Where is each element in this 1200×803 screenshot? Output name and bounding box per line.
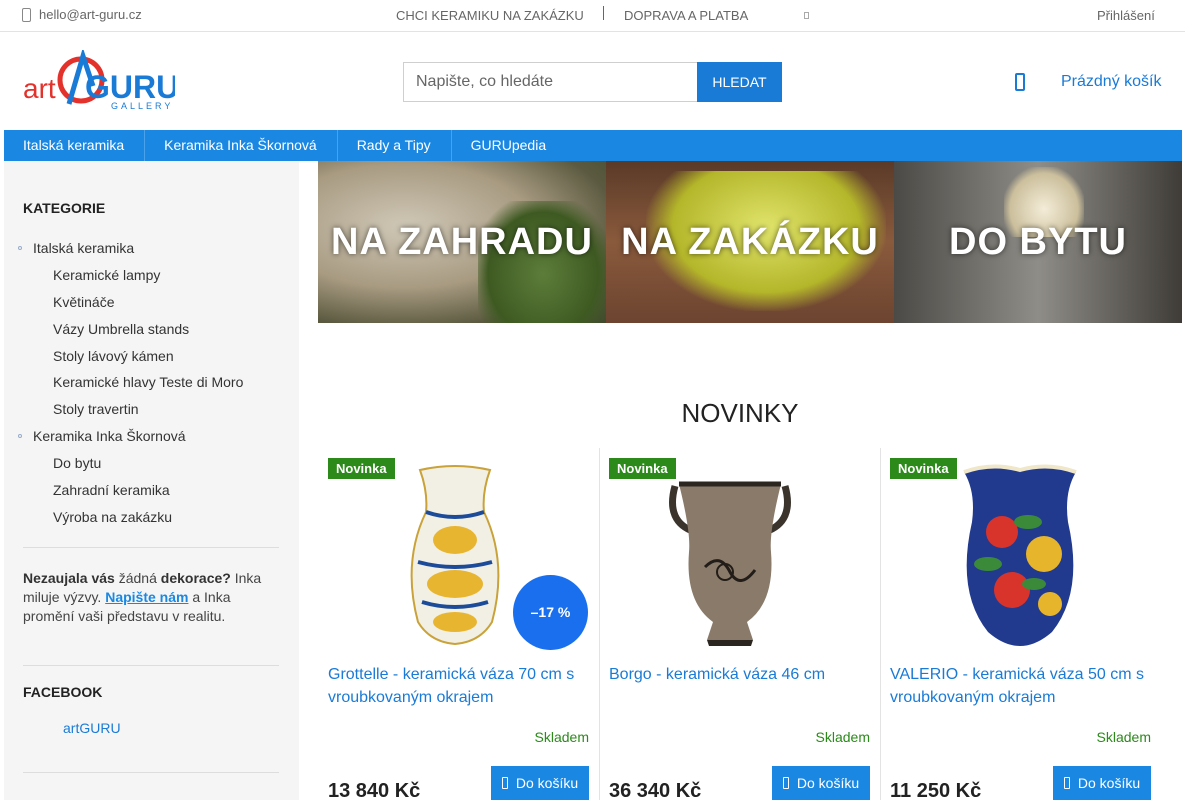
custom-decor-promo: Nezaujala vás žádná dekorace? Inka miluj…: [23, 570, 262, 624]
product-card: Novinka Borgo - keramická váza 46 cm Skl…: [599, 448, 880, 802]
stock-status: Skladem: [534, 729, 589, 745]
nav-item-tips[interactable]: Rady a Tipy: [338, 130, 452, 161]
product-name-link[interactable]: Borgo - keramická váza 46 cm: [609, 663, 869, 686]
svg-text:art: art: [23, 73, 56, 104]
cart-label[interactable]: Prázdný košík: [1061, 73, 1161, 91]
facebook-title: FACEBOOK: [23, 684, 103, 700]
main-nav: Italská keramika Keramika Inka Škornová …: [4, 130, 1182, 161]
category-label: Keramické hlavy Teste di Moro: [53, 374, 244, 391]
nav-item-italian-ceramics[interactable]: Italská keramika: [4, 130, 146, 161]
category-label: Stoly travertin: [53, 401, 139, 418]
svg-text:GURU: GURU: [85, 69, 175, 105]
bullet-icon: [18, 434, 22, 439]
add-to-cart-button[interactable]: Do košíku: [772, 766, 870, 800]
top-bar: hello@art-guru.cz CHCI KERAMIKU NA ZAKÁZ…: [0, 0, 1185, 32]
search-input[interactable]: [403, 62, 697, 102]
phone-icon: [22, 7, 31, 22]
categories-title: KATEGORIE: [23, 200, 106, 216]
category-list: Italská keramika Keramické lampy Květináče…: [4, 237, 299, 533]
banner-label: DO BYTU: [949, 221, 1127, 263]
product-image[interactable]: [400, 462, 510, 648]
divider: [23, 665, 279, 666]
category-label: Květináče: [53, 293, 115, 310]
sidebar: KATEGORIE Italská keramika Keramické lamp…: [4, 161, 299, 800]
product-image[interactable]: [665, 462, 795, 648]
email-text[interactable]: hello@art-guru.cz: [39, 7, 142, 22]
product-card: Novinka VALERIO - keramická váza 50 cm s…: [880, 448, 1161, 802]
subcategory-item[interactable]: Keramické lampy: [4, 264, 299, 291]
nav-item-inka-skornova[interactable]: Keramika Inka Škornová: [145, 130, 338, 161]
discount-badge: –17 %: [513, 575, 588, 650]
category-label: Italská keramika: [33, 240, 135, 256]
category-label: Zahradní keramika: [53, 482, 170, 499]
facebook-page-link[interactable]: artGURU: [63, 720, 121, 736]
category-label: Do bytu: [53, 455, 102, 472]
stock-status: Skladem: [815, 729, 870, 745]
stock-status: Skladem: [1096, 729, 1151, 745]
add-to-cart-button[interactable]: Do košíku: [491, 766, 589, 800]
cart-icon: [782, 777, 789, 789]
banner-garden[interactable]: NA ZAHRADU: [318, 161, 606, 323]
cart-icon: [501, 777, 508, 789]
product-card: Novinka –17 % Grottelle - keramická váza…: [318, 448, 599, 802]
subcategory-item[interactable]: Vázy Umbrella stands: [4, 318, 299, 345]
cart-icon: [1063, 777, 1070, 789]
category-item[interactable]: Keramika Inka Škornová: [4, 425, 299, 452]
add-to-cart-button[interactable]: Do košíku: [1053, 766, 1151, 800]
search-button[interactable]: HLEDAT: [697, 62, 782, 102]
email-contact[interactable]: hello@art-guru.cz: [22, 7, 142, 22]
nav-item-gurupedia[interactable]: GURUpedia: [452, 130, 566, 161]
subcategory-item[interactable]: Keramické hlavy Teste di Moro: [4, 371, 299, 398]
subcategory-item[interactable]: Stoly lávový kámen: [4, 345, 299, 372]
banner-home[interactable]: DO BYTU: [894, 161, 1182, 323]
subcategory-item[interactable]: Květináče: [4, 291, 299, 318]
logo[interactable]: art GURU GALLERY: [23, 47, 179, 111]
banner-custom[interactable]: NA ZAKÁZKU: [606, 161, 894, 323]
banner-label: NA ZAKÁZKU: [621, 221, 879, 263]
bullet-icon: [18, 246, 22, 250]
product-name-link[interactable]: VALERIO - keramická váza 50 cm s vroubko…: [890, 663, 1150, 709]
product-image[interactable]: [952, 462, 1088, 648]
search-form: HLEDAT: [403, 62, 782, 102]
category-label: Vázy Umbrella stands: [53, 320, 190, 337]
category-label: Výroba na zakázku: [53, 508, 173, 525]
shipping-link[interactable]: DOPRAVA A PLATBA: [624, 8, 748, 23]
subcategory-item[interactable]: Zahradní keramika: [4, 479, 299, 506]
subcategory-item[interactable]: Do bytu: [4, 452, 299, 479]
more-menu-icon[interactable]: [804, 12, 809, 19]
svg-text:GALLERY: GALLERY: [111, 101, 173, 110]
divider: [23, 772, 279, 773]
product-name-link[interactable]: Grottelle - keramická váza 70 cm s vroub…: [328, 663, 588, 709]
category-item[interactable]: Italská keramika: [4, 237, 299, 264]
banner-label: NA ZAHRADU: [331, 221, 593, 263]
new-badge: Novinka: [328, 458, 395, 479]
custom-order-link[interactable]: CHCI KERAMIKU NA ZAKÁZKU: [396, 8, 584, 23]
subcategory-item[interactable]: Výroba na zakázku: [4, 506, 299, 533]
section-title: NOVINKY: [681, 398, 799, 428]
new-badge: Novinka: [890, 458, 957, 479]
divider: [23, 547, 279, 548]
category-label: Stoly lávový kámen: [53, 347, 174, 364]
cart-icon[interactable]: [1015, 73, 1025, 91]
category-label: Keramika Inka Škornová: [33, 428, 186, 445]
category-label: Keramické lampy: [53, 266, 161, 283]
category-banners: NA ZAHRADU NA ZAKÁZKU DO BYTU: [318, 161, 1182, 323]
divider: [603, 6, 604, 20]
login-link[interactable]: Přihlášení: [1097, 8, 1155, 23]
contact-us-link[interactable]: Napište nám: [105, 589, 188, 605]
subcategory-item[interactable]: Stoly travertin: [4, 398, 299, 425]
